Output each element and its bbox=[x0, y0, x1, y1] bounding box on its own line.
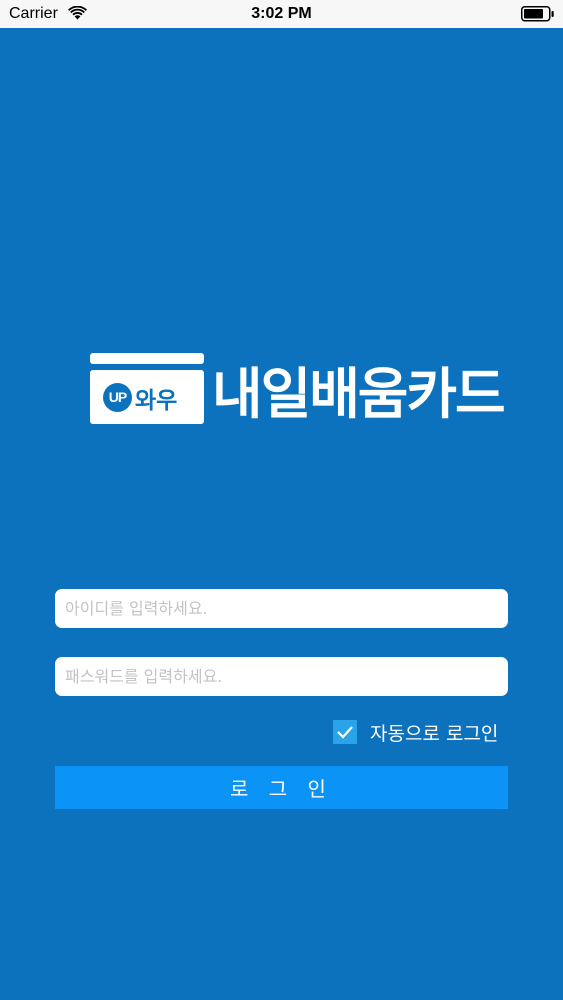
auto-login-checkbox[interactable] bbox=[333, 720, 357, 744]
logo-sub-text: 와우 bbox=[135, 388, 178, 414]
up-badge: UP bbox=[103, 383, 132, 412]
login-button[interactable]: 로 그 인 bbox=[55, 766, 508, 809]
card-tab bbox=[90, 353, 204, 364]
status-bar: Carrier 3:02 PM bbox=[0, 0, 563, 28]
status-time: 3:02 PM bbox=[251, 5, 312, 22]
checkmark-icon bbox=[337, 726, 353, 739]
password-input[interactable] bbox=[55, 657, 508, 696]
auto-login-label: 자동으로 로그인 bbox=[370, 722, 499, 745]
card-logo-mark: UP 와우 bbox=[90, 353, 204, 424]
brand-title: 내일배움카드 bbox=[212, 362, 506, 426]
id-input[interactable] bbox=[55, 589, 508, 628]
app-logo: UP 와우 내일배움카드 bbox=[90, 353, 506, 426]
battery-icon bbox=[521, 6, 554, 22]
auto-login-toggle[interactable]: 자동으로 로그인 bbox=[333, 719, 498, 745]
